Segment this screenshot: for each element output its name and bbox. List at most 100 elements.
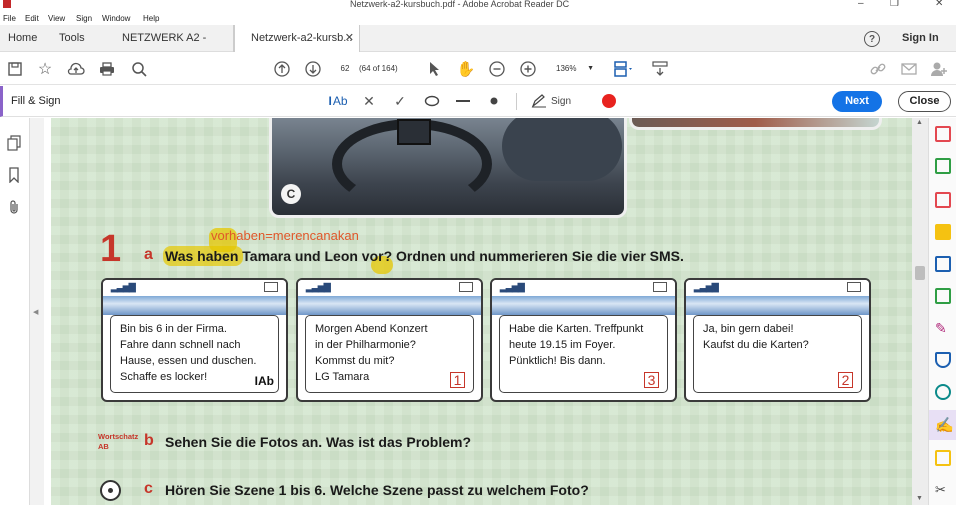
tab-home[interactable]: Home: [8, 25, 37, 52]
menu-window[interactable]: Window: [102, 14, 130, 23]
left-navigation-panel: [0, 118, 30, 505]
add-text-label: Ab: [332, 94, 348, 108]
maximize-icon[interactable]: ❐: [890, 0, 899, 9]
menu-help[interactable]: Help: [143, 14, 159, 23]
sms-card: ▂▃▅▇ Habe die Karten. Treffpunkt heute 19…: [490, 278, 677, 402]
window-title: Netzwerk-a2-kursbuch.pdf - Adobe Acrobat…: [350, 0, 570, 9]
close-window-icon[interactable]: ✕: [935, 0, 943, 9]
envelope-icon: [847, 282, 861, 292]
comment-icon[interactable]: [935, 224, 951, 240]
line-tool-icon[interactable]: [454, 92, 472, 110]
menu-file[interactable]: File: [3, 14, 16, 23]
close-button[interactable]: Close: [898, 91, 951, 112]
page-count: (64 of 164): [359, 64, 398, 73]
zoom-out-icon[interactable]: [488, 60, 506, 78]
circle-tool-icon[interactable]: [422, 92, 442, 110]
combine-files-icon[interactable]: [935, 256, 951, 272]
bookmarks-icon[interactable]: [6, 166, 22, 184]
tab-tools[interactable]: Tools: [59, 25, 85, 52]
sms-card: ▂▃▅▇ Bin bis 6 in der Firma. Fahre dann s…: [101, 278, 288, 402]
menu-edit[interactable]: Edit: [25, 14, 39, 23]
signal-icon: ▂▃▅▇: [111, 282, 136, 292]
sms-screen: Bin bis 6 in der Firma. Fahre dann schnel…: [110, 315, 279, 393]
help-icon[interactable]: ?: [864, 31, 880, 47]
signal-icon: ▂▃▅▇: [500, 282, 525, 292]
sms-number-box[interactable]: 2: [838, 372, 853, 388]
scroll-up-arrow-icon[interactable]: ▲: [916, 119, 923, 126]
audio-cd-icon: [100, 480, 121, 501]
next-page-icon[interactable]: [304, 60, 322, 78]
menu-view[interactable]: View: [48, 14, 65, 23]
right-tools-panel: ✎ ✍ ✂: [928, 118, 956, 505]
next-button[interactable]: Next: [832, 91, 882, 112]
scroll-mode-icon[interactable]: [651, 60, 669, 78]
sms-screen: Ja, bin gern dabei! Kaufst du die Karten?…: [693, 315, 862, 393]
color-picker-dot[interactable]: [602, 94, 616, 108]
collapse-arrow-icon[interactable]: ◀: [33, 308, 38, 316]
edit-pdf-icon[interactable]: [935, 192, 951, 208]
sign-button[interactable]: Sign: [529, 92, 573, 110]
exercise-a-question: Was haben Tamara und Leon vor? Ordnen un…: [165, 248, 684, 264]
page-number-input[interactable]: 62: [333, 61, 357, 77]
acrobat-app-icon: [3, 0, 11, 8]
organize-pages-icon[interactable]: [935, 288, 951, 304]
scrollbar-thumb[interactable]: [915, 266, 925, 280]
signal-icon: ▂▃▅▇: [694, 282, 719, 292]
minimize-icon[interactable]: –: [858, 0, 864, 9]
sign-pen-icon: [531, 94, 546, 108]
dot-tool-icon[interactable]: [485, 92, 503, 110]
phone-status-bar: ▂▃▅▇: [298, 280, 481, 296]
fill-sign-active-tool[interactable]: ✍: [929, 410, 956, 440]
text-cursor-icon: I: [328, 94, 332, 108]
send-for-signature-icon[interactable]: [935, 450, 951, 466]
cross-mark-tool-icon[interactable]: ✕: [360, 92, 378, 110]
find-icon[interactable]: [130, 60, 148, 78]
sms-screen: Habe die Karten. Treffpunkt heute 19.15 i…: [499, 315, 668, 393]
phone-band: [103, 296, 286, 315]
optimize-pdf-icon[interactable]: [935, 384, 951, 400]
print-icon[interactable]: [98, 60, 116, 78]
sms-number-box[interactable]: 3: [644, 372, 659, 388]
tab-document-1[interactable]: NETZWERK A2 - AR...: [112, 25, 234, 71]
bookmark-star-icon[interactable]: ☆: [36, 60, 54, 78]
more-tools-icon[interactable]: ✂: [935, 482, 951, 498]
select-cursor-icon[interactable]: [427, 60, 443, 78]
save-icon[interactable]: [6, 60, 24, 78]
text-field-cursor[interactable]: IAb: [255, 374, 274, 388]
page-display-icon[interactable]: [612, 59, 636, 79]
scroll-down-arrow-icon[interactable]: ▼: [916, 495, 923, 502]
photo-car-driver: [269, 118, 627, 218]
panel-collapse-strip[interactable]: ◀: [30, 118, 44, 505]
fill-sign-pen-icon: ✍: [935, 417, 954, 434]
tab-document-2[interactable]: Netzwerk-a2-kursb... ✕: [234, 25, 360, 52]
check-mark-tool-icon[interactable]: ✓: [391, 92, 409, 110]
protect-icon[interactable]: [935, 352, 951, 368]
zoom-select[interactable]: 136% ▼: [548, 61, 598, 77]
email-icon[interactable]: [900, 60, 918, 78]
sms-text: Ja, bin gern dabei! Kaufst du die Karten?: [703, 323, 809, 351]
add-text-tool[interactable]: I Ab: [326, 92, 350, 110]
hand-tool-icon[interactable]: ✋: [457, 59, 476, 79]
create-pdf-icon[interactable]: [935, 158, 951, 174]
page-thumbnails-icon[interactable]: [6, 134, 22, 152]
add-user-icon[interactable]: [929, 60, 949, 78]
zoom-in-icon[interactable]: [519, 60, 537, 78]
redact-icon[interactable]: ✎: [935, 320, 951, 336]
wortschatz-label: Wortschatz AB: [98, 432, 139, 451]
export-pdf-icon[interactable]: [935, 126, 951, 142]
photo-label-circle: C: [281, 184, 301, 204]
cloud-upload-icon[interactable]: [66, 60, 86, 78]
menu-sign[interactable]: Sign: [76, 14, 92, 23]
attachments-icon[interactable]: [6, 198, 22, 216]
title-bar: Netzwerk-a2-kursbuch.pdf - Adobe Acrobat…: [0, 0, 956, 10]
close-tab-icon[interactable]: ✕: [345, 25, 354, 52]
text-field-label: Ab: [258, 374, 274, 388]
sms-text: Morgen Abend Konzert in der Philharmonie?…: [315, 323, 428, 383]
vertical-scrollbar[interactable]: ▲ ▼: [912, 118, 928, 505]
toolbar-divider: [516, 93, 517, 110]
sign-in-link[interactable]: Sign In: [902, 25, 939, 52]
text-annotation[interactable]: vorhaben=merencanakan: [211, 228, 359, 243]
previous-page-icon[interactable]: [273, 60, 291, 78]
link-icon[interactable]: [869, 60, 887, 78]
sms-number-box[interactable]: 1: [450, 372, 465, 388]
